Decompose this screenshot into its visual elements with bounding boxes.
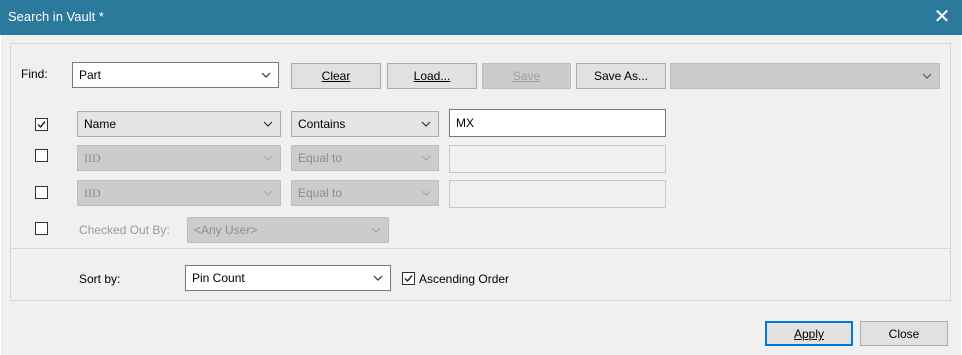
ascending-order-checkbox[interactable] [402, 272, 415, 285]
section-divider [10, 248, 951, 249]
criteria-3-checkbox[interactable] [35, 186, 48, 199]
chevron-down-icon [263, 120, 273, 128]
criteria-2-operator: Equal to [298, 151, 343, 165]
title-bar: Search in Vault * ✕ [0, 0, 962, 35]
criteria-2-field: IID [84, 151, 101, 165]
criteria-1-field: Name [84, 117, 117, 131]
criteria-2-value-input[interactable] [449, 145, 666, 173]
criteria-3-field-dropdown[interactable]: IID [77, 180, 281, 206]
chevron-down-icon [922, 72, 932, 80]
load-button[interactable]: Load... [387, 63, 477, 89]
saved-search-dropdown[interactable] [670, 63, 940, 89]
chevron-down-icon [421, 154, 431, 162]
checked-out-checkbox[interactable] [35, 222, 48, 235]
clear-button-label: Clear [321, 69, 351, 83]
criteria-3-value-input[interactable] [449, 180, 666, 208]
criteria-1-value-input[interactable]: MX [449, 109, 666, 137]
find-label: Find: [21, 67, 48, 81]
checked-out-user: <Any User> [194, 223, 258, 237]
save-as-button[interactable]: Save As... [576, 63, 666, 89]
save-button[interactable]: Save [482, 63, 571, 89]
find-value: Part [79, 68, 102, 82]
checkmark-icon [37, 121, 46, 129]
criteria-2-operator-dropdown[interactable]: Equal to [291, 145, 439, 171]
save-button-label: Save [512, 69, 541, 83]
criteria-1-field-dropdown[interactable]: Name [77, 111, 281, 137]
chevron-down-icon [373, 274, 383, 282]
ascending-order-label[interactable]: Ascending Order [419, 272, 509, 286]
checked-out-label: Checked Out By: [79, 223, 170, 237]
apply-button-label: Apply [793, 327, 825, 341]
criteria-3-field: IID [84, 186, 101, 200]
close-button[interactable]: Close [860, 321, 948, 346]
checkmark-icon [404, 275, 413, 283]
close-button-label: Close [888, 327, 920, 341]
criteria-3-operator: Equal to [298, 186, 343, 200]
chevron-down-icon [371, 226, 381, 234]
chevron-down-icon [261, 71, 271, 79]
save-as-button-label: Save As... [593, 69, 649, 83]
chevron-down-icon [263, 189, 273, 197]
sort-by-value: Pin Count [192, 271, 245, 285]
window-title: Search in Vault * [8, 9, 104, 24]
criteria-1-checkbox[interactable] [35, 118, 48, 131]
close-icon[interactable]: ✕ [930, 4, 954, 30]
clear-button[interactable]: Clear [291, 63, 381, 89]
apply-button[interactable]: Apply [765, 321, 853, 346]
find-dropdown[interactable]: Part [72, 62, 279, 88]
criteria-1-operator-dropdown[interactable]: Contains [291, 111, 439, 137]
criteria-2-field-dropdown[interactable]: IID [77, 145, 281, 171]
sort-label: Sort by: [79, 272, 121, 286]
criteria-1-value: MX [456, 116, 474, 130]
criteria-2-checkbox[interactable] [35, 149, 48, 162]
chevron-down-icon [421, 120, 431, 128]
sort-by-dropdown[interactable]: Pin Count [185, 265, 391, 291]
checked-out-user-dropdown[interactable]: <Any User> [187, 217, 389, 243]
load-button-label: Load... [413, 69, 451, 83]
chevron-down-icon [263, 154, 273, 162]
criteria-1-operator: Contains [298, 117, 346, 131]
dialog-client: Find: Part Clear Load... Save Save As...… [1, 35, 961, 355]
chevron-down-icon [421, 189, 431, 197]
criteria-3-operator-dropdown[interactable]: Equal to [291, 180, 439, 206]
